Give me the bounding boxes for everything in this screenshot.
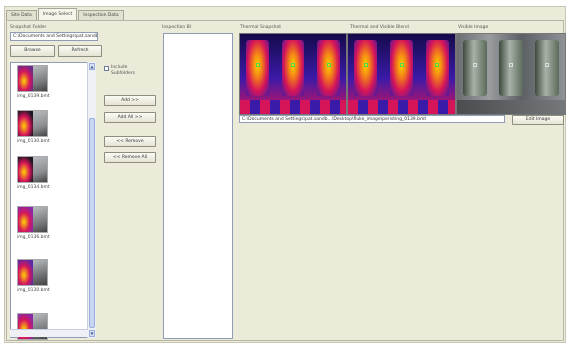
thumbnail-label: img_0130.bmt <box>17 288 50 293</box>
remove-all-button[interactable]: << Remove All <box>104 152 156 163</box>
visible-image <box>456 33 566 115</box>
scroll-up-icon[interactable]: ▲ <box>89 63 95 70</box>
thermal-visible-blend-label: Thermal and Visible Blend <box>350 25 409 30</box>
breaker-column <box>354 40 378 97</box>
thumbnail-image <box>17 65 48 92</box>
thumbnail-horizontal-scrollbar[interactable] <box>10 329 88 337</box>
scroll-down-icon[interactable]: ▼ <box>89 330 95 337</box>
scrollbar-thumb[interactable] <box>89 118 95 328</box>
folder-path-field[interactable]: C:\Documents and Settings\pat.sandb... <box>10 32 98 41</box>
spot-marker-icon <box>326 62 331 67</box>
image-floor-band <box>348 99 455 114</box>
snapshot-folder-label: Snapshot Folder <box>10 25 47 30</box>
browse-button[interactable]: Browse <box>10 45 55 57</box>
breaker-column <box>390 40 413 97</box>
thermal-visible-blend-image <box>347 33 456 115</box>
thumbnail-item[interactable]: img_0139.bmt <box>17 65 87 99</box>
spot-marker-icon <box>473 62 478 67</box>
image-floor-band <box>240 99 346 114</box>
image-path-field: C:\Documents and Settings\pat.sandb...\D… <box>239 115 505 123</box>
thumbnail-image <box>17 110 48 137</box>
breaker-column <box>463 40 487 97</box>
add-all-button[interactable]: Add All >> <box>104 112 156 123</box>
thumbnail-label: img_0134.bmt <box>17 185 50 190</box>
breaker-column <box>499 40 523 97</box>
image-floor-band <box>457 99 565 114</box>
spot-marker-icon <box>291 62 296 67</box>
tab-site-data[interactable]: Site Data <box>6 10 37 20</box>
spot-marker-icon <box>545 62 550 67</box>
inspection-image-list[interactable] <box>163 33 233 339</box>
spot-marker-icon <box>255 62 260 67</box>
add-button[interactable]: Add >> <box>104 95 156 106</box>
spot-marker-icon <box>364 62 369 67</box>
thumbnail-item[interactable]: img_0134.bmt <box>17 156 87 190</box>
thumbnail-label: img_0136.bmt <box>17 235 50 240</box>
breaker-column <box>281 40 305 97</box>
thumbnail-label: img_0139.bmt <box>17 94 50 99</box>
tab-image-select[interactable]: Image Select <box>37 8 78 20</box>
refresh-button[interactable]: Refresh <box>58 45 102 57</box>
include-subfolders-label-1: Include <box>111 65 128 70</box>
remove-button[interactable]: << Remove <box>104 136 156 147</box>
thermal-snapshot-image <box>239 33 347 115</box>
breaker-column <box>535 40 559 97</box>
snapshot-thumbnail-list[interactable]: img_0139.bmt img_0130.bmt img_0134.bmt img_… <box>10 62 95 340</box>
spot-marker-icon <box>435 62 440 67</box>
thumbnail-item[interactable]: img_0136.bmt <box>17 206 87 240</box>
thumbnail-image <box>17 259 48 286</box>
thumbnail-item[interactable]: img_0130.bmt <box>17 110 87 144</box>
thumbnail-label: img_0130.bmt <box>17 139 50 144</box>
breaker-column <box>425 40 449 97</box>
spot-marker-icon <box>399 62 404 67</box>
thermal-snapshot-label: Thermal Snapshot <box>240 25 281 30</box>
include-subfolders-checkbox[interactable] <box>104 66 109 71</box>
tab-strip: Site Data Image Select Inspection Data <box>6 8 125 20</box>
thumbnail-item[interactable]: img_0130.bmt <box>17 259 87 293</box>
thumbnail-item[interactable] <box>17 313 87 342</box>
breaker-column <box>317 40 340 97</box>
spot-marker-icon <box>509 62 514 67</box>
thumbnail-image <box>17 206 48 233</box>
thumbnail-scrollbar[interactable]: ▲ ▼ <box>87 62 96 338</box>
tab-inspection-data[interactable]: Inspection Data <box>78 10 124 20</box>
visible-image-label: Visible Image <box>458 25 489 30</box>
edit-image-button[interactable]: Edit Image <box>512 115 564 125</box>
inspection-list-label: Inspection Bl <box>162 25 192 30</box>
breaker-column <box>246 40 269 97</box>
thumbnail-image <box>17 156 48 183</box>
include-subfolders-label-2: Subfolders <box>111 71 135 76</box>
